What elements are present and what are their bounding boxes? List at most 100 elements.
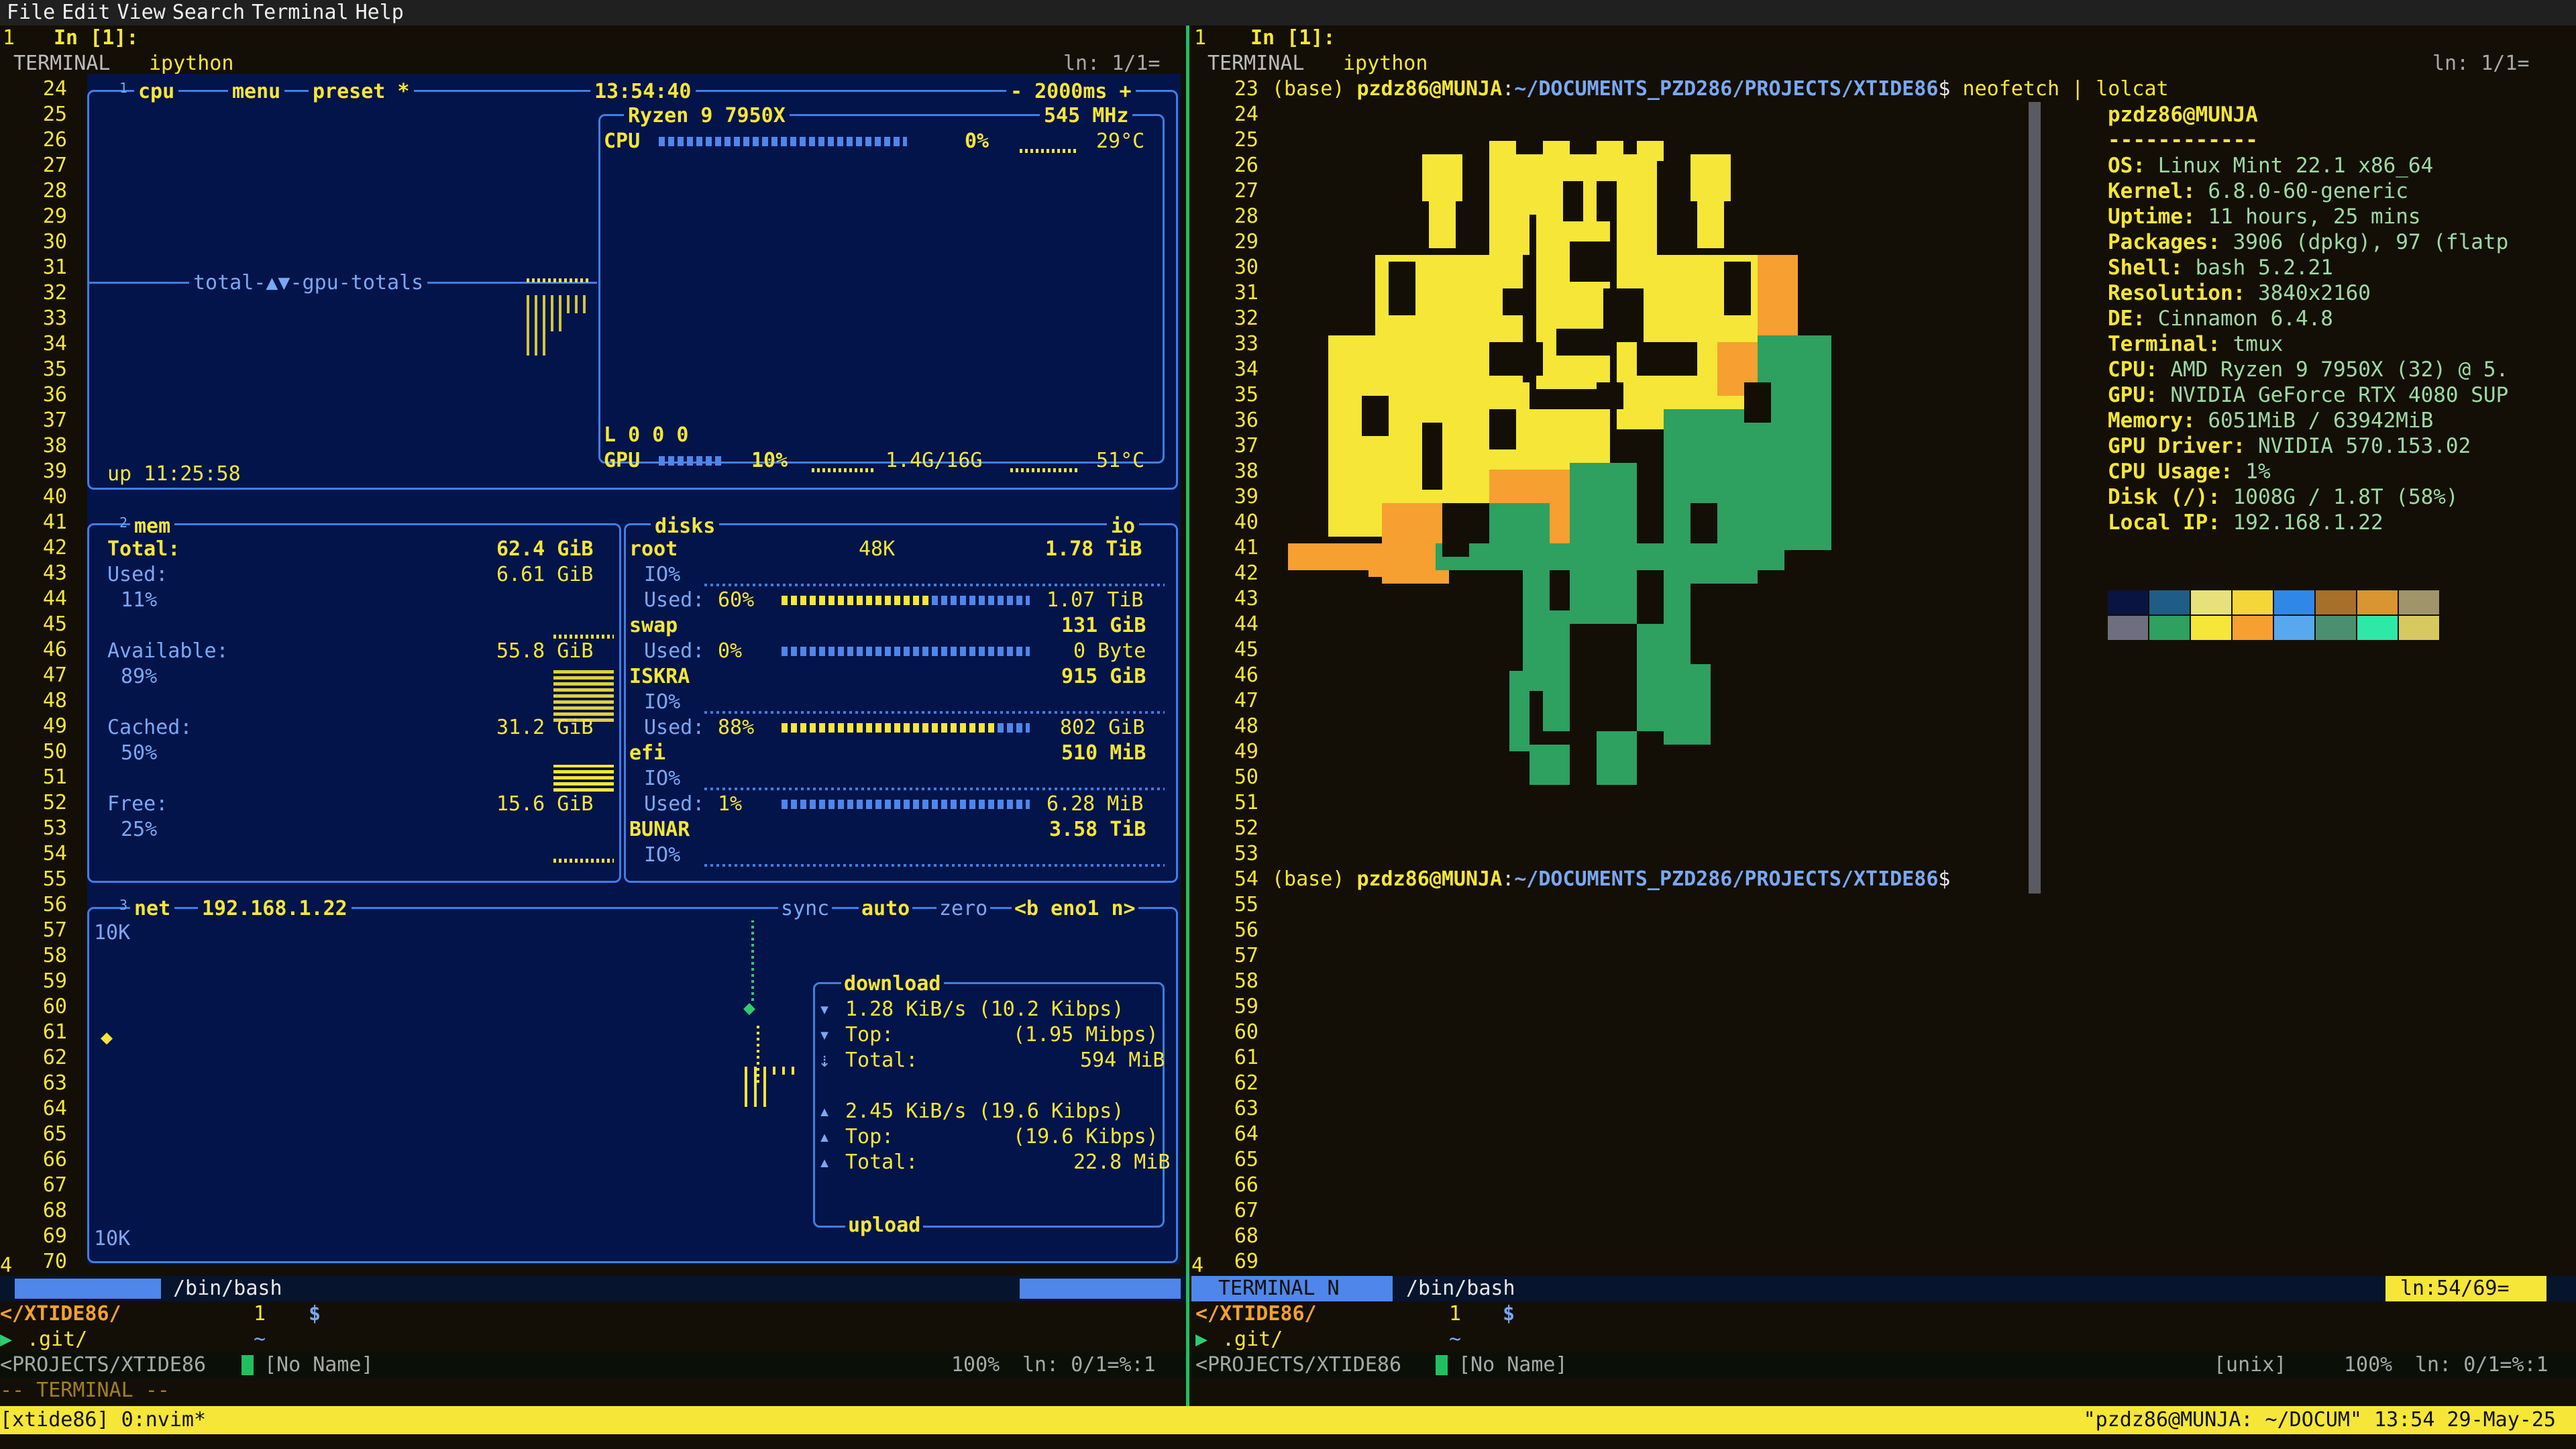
line-number: 29 — [42, 205, 67, 228]
line-number: 61 — [42, 1020, 67, 1044]
cpu-temperature: 29°C — [1096, 129, 1145, 153]
update-interval[interactable]: - 2000ms + — [1006, 79, 1136, 105]
tmux-session[interactable]: [xtide86] 0:nvim* — [0, 1407, 206, 1433]
menu-edit[interactable]: Edit — [62, 0, 110, 25]
line-number: 27 — [1234, 179, 1258, 203]
disk-iskra-size: 915 GiB — [1061, 665, 1146, 688]
preset-tab[interactable]: preset * — [309, 79, 414, 105]
line-number: 51 — [1234, 791, 1258, 814]
prompt-env: (base) — [1272, 77, 1345, 101]
line-number: 66 — [42, 1148, 67, 1171]
right-tree-git[interactable]: .git/ — [1222, 1327, 1283, 1352]
disk-iskra-used-pct: 88% — [718, 716, 755, 739]
line-number: 28 — [42, 179, 67, 203]
cpu-usage-bar — [659, 137, 907, 146]
prompt-command: neofetch | lolcat — [1962, 77, 2169, 101]
line-number: 58 — [42, 944, 67, 967]
menu-terminal[interactable]: Terminal — [252, 0, 349, 25]
line-number: 30 — [1234, 256, 1258, 279]
load-average: L 0 0 0 — [604, 423, 689, 447]
net-index: 3 — [119, 897, 128, 913]
line-number: 41 — [42, 511, 67, 534]
mem-total-label: Total: — [107, 537, 180, 561]
net-sync[interactable]: sync — [778, 896, 833, 922]
net-title[interactable]: net — [130, 896, 175, 922]
left-nvim-dollar: $ — [309, 1302, 321, 1326]
info-key: Resolution: — [2108, 281, 2246, 305]
line-number: 23 — [1234, 77, 1258, 101]
disk-root-used-label: Used: — [644, 588, 705, 612]
right-nvim-position: ln: 0/1=%:1 — [2415, 1353, 2548, 1377]
menu-help[interactable]: Help — [356, 0, 404, 25]
mem-cached-pct: 50% — [121, 741, 158, 765]
net-interface[interactable]: <b eno1 n> — [1012, 896, 1138, 922]
line-number: 61 — [1234, 1046, 1258, 1069]
line-number: 54 — [42, 842, 67, 865]
download-top-label: Top: — [845, 1023, 894, 1046]
line-number: 65 — [42, 1122, 67, 1146]
left-tree-dir[interactable]: </XTIDE86/ — [0, 1301, 121, 1327]
disk-swap-size: 131 GiB — [1061, 614, 1146, 637]
right-nvim[interactable]: </XTIDE86/ 1 $ ▶ .git/ ~ <PROJECTS/XTIDE… — [1191, 1301, 2576, 1378]
menu-tab[interactable]: menu — [228, 79, 285, 105]
left-tree-git[interactable]: .git/ — [27, 1327, 87, 1352]
palette-swatch — [2191, 590, 2231, 614]
net-zero[interactable]: zero — [936, 896, 991, 922]
mem-index: 2 — [119, 515, 128, 531]
current-prompt[interactable]: (base) pzdz86@MUNJA:~/DOCUMENTS_PZD286/P… — [1272, 867, 1950, 892]
line-number: 32 — [42, 281, 67, 305]
line-number: 46 — [42, 638, 67, 661]
menu-file[interactable]: File — [7, 0, 55, 25]
pane-divider[interactable] — [1186, 25, 1189, 1407]
line-number: 50 — [1234, 765, 1258, 789]
btop-monitor[interactable]: 1 cpu menu preset * 13:54:40 - 2000ms + … — [87, 74, 1181, 1265]
disk-efi-size: 510 MiB — [1061, 741, 1146, 765]
cpu-tab[interactable]: cpu — [134, 79, 179, 105]
info-value: Cinnamon 6.4.8 — [2145, 307, 2333, 331]
gpu-temperature: 51°C — [1096, 449, 1145, 472]
upload-total-arrow-icon: ▴ — [818, 1150, 831, 1174]
info-value: NVIDIA 570.153.02 — [2245, 434, 2471, 458]
ascii-art-pixel-block — [1442, 503, 1469, 557]
upload-top-label: Top: — [845, 1125, 894, 1148]
menu-view[interactable]: View — [117, 0, 166, 25]
info-key: Disk (/): — [2108, 485, 2220, 509]
ascii-art-pixel-block — [1509, 671, 1529, 751]
info-value: NVIDIA GeForce RTX 4080 SUP — [2157, 383, 2509, 407]
ascii-art-pixel-block — [1690, 154, 1731, 201]
left-nvim-cursor — [241, 1355, 254, 1375]
left-nvim-percent: 100% — [951, 1353, 1000, 1377]
line-number: 24 — [1234, 103, 1258, 126]
disk-bar-used — [782, 723, 998, 733]
scrollbar[interactable] — [2029, 102, 2041, 894]
ascii-art-pixel-block — [1597, 141, 1623, 161]
mem-avail-pct: 89% — [121, 665, 158, 688]
disks-title[interactable]: disks — [651, 514, 720, 539]
mem-title[interactable]: mem — [130, 514, 175, 539]
right-mode-label: TERMINAL — [1208, 52, 1305, 75]
line-number: 67 — [42, 1173, 67, 1197]
left-line-position: ln: 1/1= — [1063, 52, 1161, 75]
line-number: 40 — [1234, 511, 1258, 534]
right-nvim-noname: [No Name] — [1458, 1353, 1568, 1377]
net-unknown-glyph: ◆ — [101, 1026, 113, 1049]
disk-swap-used-pct: 0% — [718, 639, 743, 663]
line-number: 38 — [42, 434, 67, 458]
disk-efi-io-graph — [704, 788, 1165, 790]
net-auto[interactable]: auto — [859, 896, 913, 922]
line-number: 53 — [1234, 842, 1258, 865]
mem-cached: 31.2 GiB — [496, 716, 594, 739]
disk-iskra-used-label: Used: — [644, 716, 705, 739]
disks-io-toggle[interactable]: io — [1107, 514, 1140, 539]
left-nvim[interactable]: </XTIDE86/ 1 $ ▶ .git/ ~ <PROJECTS/XTIDE… — [0, 1301, 1186, 1402]
ascii-art-pixel-block — [1529, 745, 1570, 785]
left-statusline: /bin/bash — [0, 1276, 1186, 1301]
menu-search[interactable]: Search — [172, 0, 245, 25]
info-key: Terminal: — [2108, 332, 2220, 356]
ascii-art-pixel-block — [1664, 678, 1690, 745]
disk-efi-used-pct: 1% — [718, 792, 743, 816]
right-nvim-line-number: 1 — [1449, 1302, 1462, 1326]
info-key: Memory: — [2108, 409, 2196, 433]
right-tree-dir[interactable]: </XTIDE86/ — [1195, 1301, 1317, 1327]
left-nvim-statusbar: <PROJECTS/XTIDE86 [No Name] 100% ln: 0/1… — [0, 1352, 1186, 1378]
